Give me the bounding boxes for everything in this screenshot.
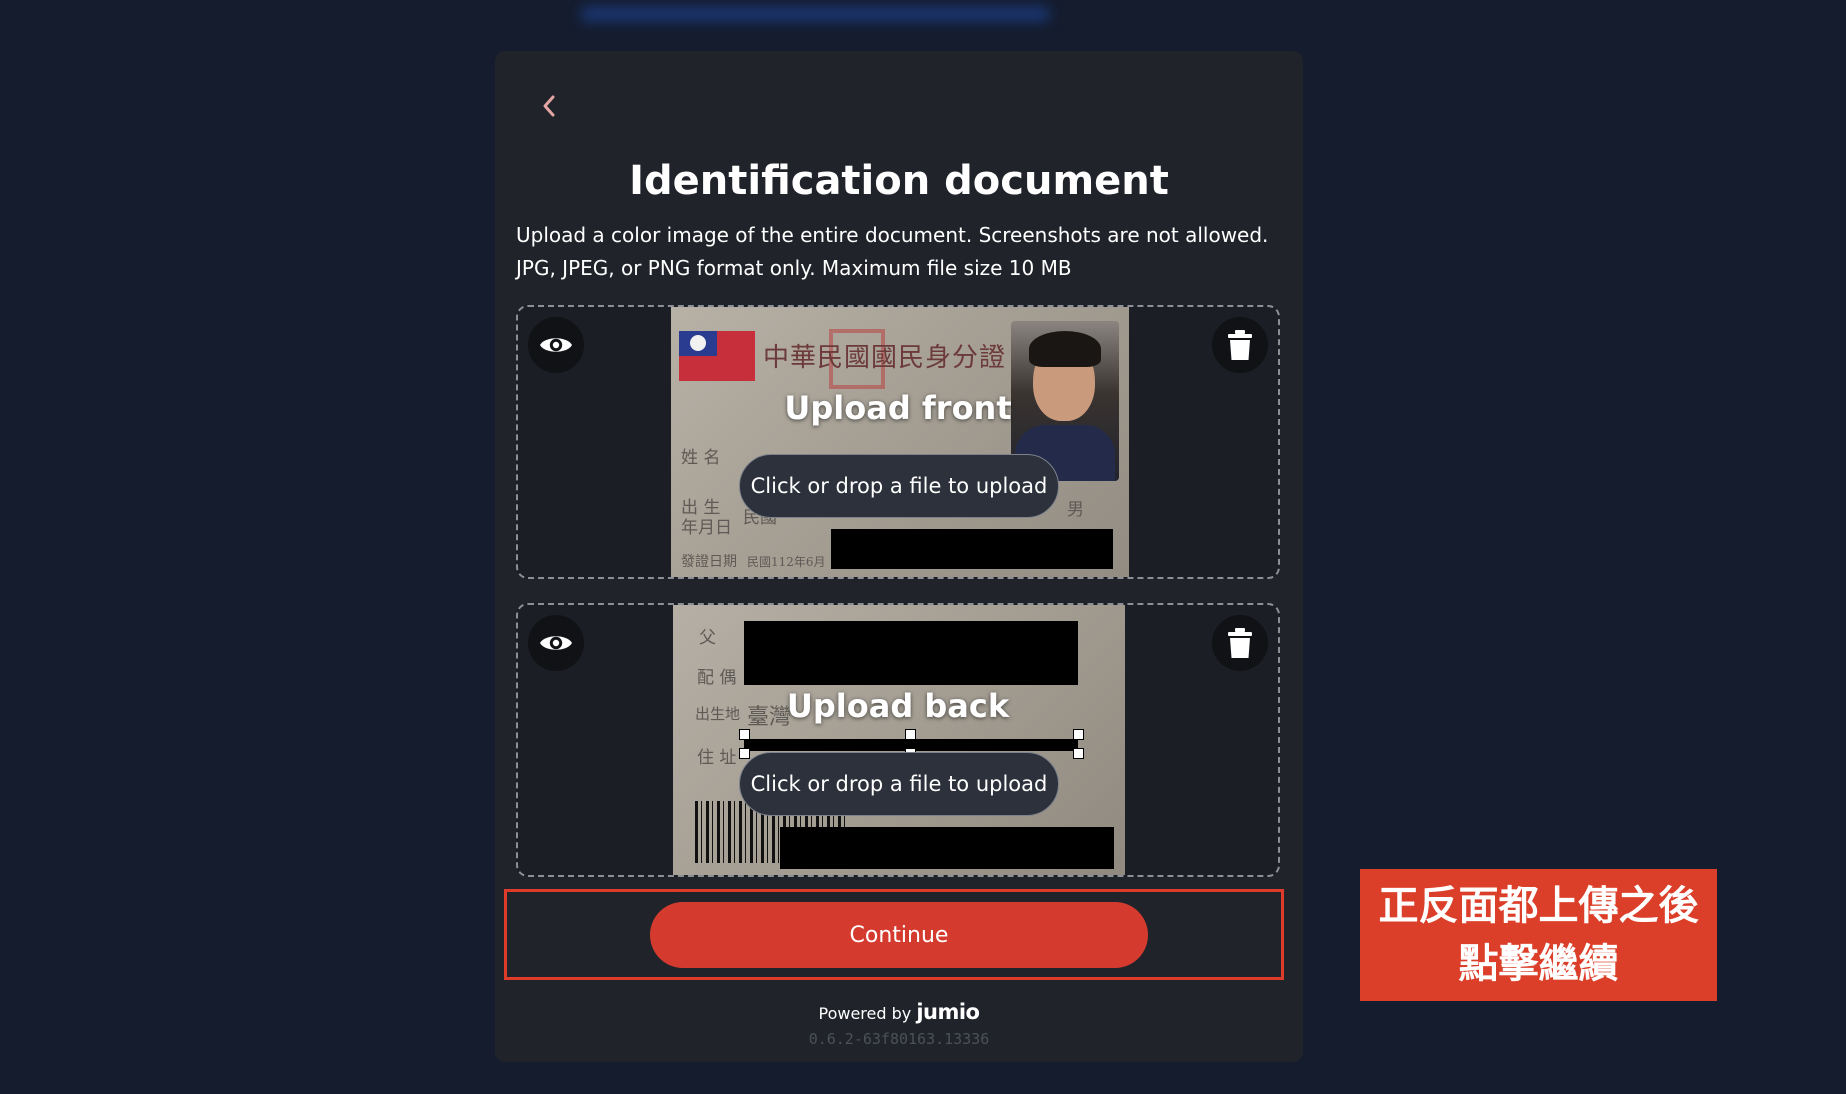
card-field-name: 姓 名 — [681, 448, 721, 468]
delete-front-button[interactable] — [1212, 317, 1268, 373]
eye-icon — [540, 338, 572, 352]
selection-handle[interactable] — [1073, 729, 1084, 740]
back-button[interactable] — [530, 87, 568, 125]
upload-front-button[interactable]: Click or drop a file to upload — [739, 454, 1059, 518]
redaction-block — [744, 621, 1078, 685]
flag-image — [679, 331, 755, 381]
card-field-issue: 發證日期 — [681, 554, 737, 570]
instructions-line-2: JPG, JPEG, or PNG format only. Maximum f… — [516, 256, 1072, 280]
selection-handle[interactable] — [905, 729, 916, 740]
upload-back-button[interactable]: Click or drop a file to upload — [739, 752, 1059, 816]
instructions-line-1: Upload a color image of the entire docum… — [516, 223, 1269, 247]
chevron-left-icon — [543, 95, 555, 117]
upload-front-title: Upload front — [784, 389, 1012, 427]
eye-icon — [540, 636, 572, 650]
upload-front-zone[interactable]: 中華民國國民身分證 姓 名 出 生 年月日 民國 發證日期 民國112年6月 男… — [516, 305, 1280, 579]
upload-back-title: Upload back — [786, 687, 1010, 725]
selection-handle[interactable] — [1073, 748, 1084, 759]
id-card-front-image: 中華民國國民身分證 姓 名 出 生 年月日 民國 發證日期 民國112年6月 男 — [671, 307, 1129, 577]
upload-instructions: Upload a color image of the entire docum… — [516, 219, 1286, 285]
page-title: Identification document — [629, 158, 1169, 204]
powered-by-prefix: Powered by — [818, 1004, 912, 1023]
card-field-address: 住 址 — [697, 748, 737, 768]
selection-handle[interactable] — [739, 729, 750, 740]
trash-icon — [1228, 628, 1252, 658]
selection-handle[interactable] — [739, 748, 750, 759]
redaction-block — [780, 827, 1114, 869]
id-card-back-image: 父 配 偶 出生地 臺灣 住 址 — [673, 605, 1125, 875]
preview-back-button[interactable] — [528, 615, 584, 671]
preview-front-button[interactable] — [528, 317, 584, 373]
upload-back-zone[interactable]: 父 配 偶 出生地 臺灣 住 址 Upload back Click or dr… — [516, 603, 1280, 877]
annotation-line-2: 點擊繼續 — [1458, 941, 1619, 987]
instruction-annotation: 正反面都上傳之後 點擊繼續 — [1360, 869, 1717, 1001]
card-field-sex: 男 — [1067, 500, 1084, 520]
card-field-father: 父 — [699, 628, 716, 648]
redaction-block — [831, 529, 1113, 569]
card-header-text: 中華民國國民身分證 — [763, 343, 1007, 373]
powered-by: Powered by jumio — [495, 1000, 1303, 1024]
delete-back-button[interactable] — [1212, 615, 1268, 671]
card-field-spouse: 配 偶 — [697, 668, 737, 688]
card-field-issue-value: 民國112年6月 — [747, 555, 826, 569]
card-field-birth-b: 年月日 — [681, 518, 732, 538]
top-progress-glow — [580, 6, 1050, 22]
version-label: 0.6.2-63f80163.13336 — [808, 1030, 990, 1048]
annotation-line-1: 正反面都上傳之後 — [1378, 883, 1699, 929]
jumio-logo: jumio — [916, 1000, 980, 1024]
continue-button[interactable]: Continue — [650, 902, 1148, 968]
trash-icon — [1228, 330, 1252, 360]
